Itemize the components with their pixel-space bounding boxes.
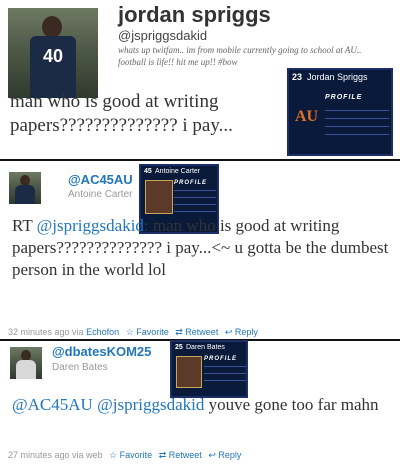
favorite-button[interactable]: ☆ Favorite	[126, 327, 169, 337]
divider	[0, 159, 400, 161]
player-profile-card: 23 Jordan Spriggs AU PROFILE	[287, 68, 393, 156]
jersey-number: 40	[42, 46, 64, 66]
user-name: Daren Bates	[52, 362, 108, 373]
star-icon: ☆	[125, 327, 134, 337]
profile-name: jordan spriggs	[118, 2, 271, 27]
player-head	[42, 16, 62, 38]
reply-button[interactable]: ↩ Reply	[208, 450, 241, 460]
user-handle[interactable]: @dbatesKOM25	[52, 344, 151, 359]
mention-link[interactable]: @AC45AU	[12, 395, 93, 414]
favorite-button[interactable]: ☆ Favorite	[109, 450, 152, 460]
tweet-text: @AC45AU @jspriggsdakid youve gone too fa…	[12, 394, 392, 416]
user-handle[interactable]: @AC45AU	[68, 172, 133, 187]
avatar[interactable]	[9, 172, 41, 204]
jersey: 40	[30, 36, 76, 98]
card-name: Antoine Carter	[155, 168, 201, 175]
tweet-meta: 32 minutes ago via Echofon ☆ Favorite ⇄ …	[8, 327, 258, 338]
player-headshot	[176, 356, 202, 388]
retweet-icon: ⇄	[175, 327, 183, 337]
retweet-button[interactable]: ⇄ Retweet	[175, 327, 218, 337]
card-details	[204, 366, 246, 394]
card-profile-label: PROFILE	[174, 180, 208, 186]
reply-label: Reply	[218, 450, 242, 460]
card-profile-label: PROFILE	[204, 356, 238, 362]
tweet-text: man who is good at writing papers???????…	[10, 91, 233, 136]
mention-link[interactable]: @jspriggsdakid	[97, 395, 204, 414]
retweet-icon: ⇄	[158, 450, 167, 460]
card-number: 45	[144, 168, 152, 175]
reply-icon: ↩	[224, 327, 233, 337]
user-name: Antoine Carter	[68, 189, 133, 200]
player-profile-card: 25 Daren Bates PROFILE	[170, 340, 248, 398]
team-logo: AU	[295, 108, 319, 125]
tweet-meta: 27 minutes ago via web ☆ Favorite ⇄ Retw…	[8, 450, 241, 461]
card-number: 23	[292, 72, 303, 82]
reply-icon: ↩	[208, 450, 216, 460]
profile-photo: 40	[8, 8, 98, 98]
client-link[interactable]: Echofon	[86, 327, 119, 337]
retweet-label: Retweet	[185, 327, 219, 337]
player-headshot	[145, 180, 173, 214]
profile-bio: whats up twitfam.. im from mobile curren…	[118, 45, 362, 67]
card-number: 25	[175, 344, 183, 351]
tweet-text: RT @jspriggsdakid: man who is good at wr…	[12, 215, 392, 281]
profile-handle[interactable]: @jspriggsdakid	[118, 28, 207, 43]
card-name: Jordan Spriggs	[307, 72, 368, 82]
retweet-label: Retweet	[168, 450, 202, 460]
mention-link[interactable]: @jspriggsdakid	[37, 216, 144, 235]
tweet-text-prefix: RT	[12, 216, 37, 235]
tweet-text-body: youve gone too far mahn	[204, 395, 379, 414]
timestamp[interactable]: 27 minutes ago via web	[8, 450, 103, 460]
reply-label: Reply	[234, 327, 258, 337]
favorite-label: Favorite	[119, 450, 153, 460]
reply-button[interactable]: ↩ Reply	[225, 327, 258, 337]
card-name: Daren Bates	[186, 344, 225, 351]
retweet-button[interactable]: ⇄ Retweet	[159, 450, 202, 460]
avatar[interactable]	[10, 347, 42, 379]
avatar-jersey	[15, 185, 35, 204]
card-profile-label: PROFILE	[325, 94, 363, 101]
card-details	[325, 110, 389, 150]
timestamp[interactable]: 32 minutes ago via	[8, 327, 84, 337]
star-icon: ☆	[109, 450, 118, 460]
favorite-label: Favorite	[136, 327, 169, 337]
avatar-jersey	[16, 360, 36, 379]
